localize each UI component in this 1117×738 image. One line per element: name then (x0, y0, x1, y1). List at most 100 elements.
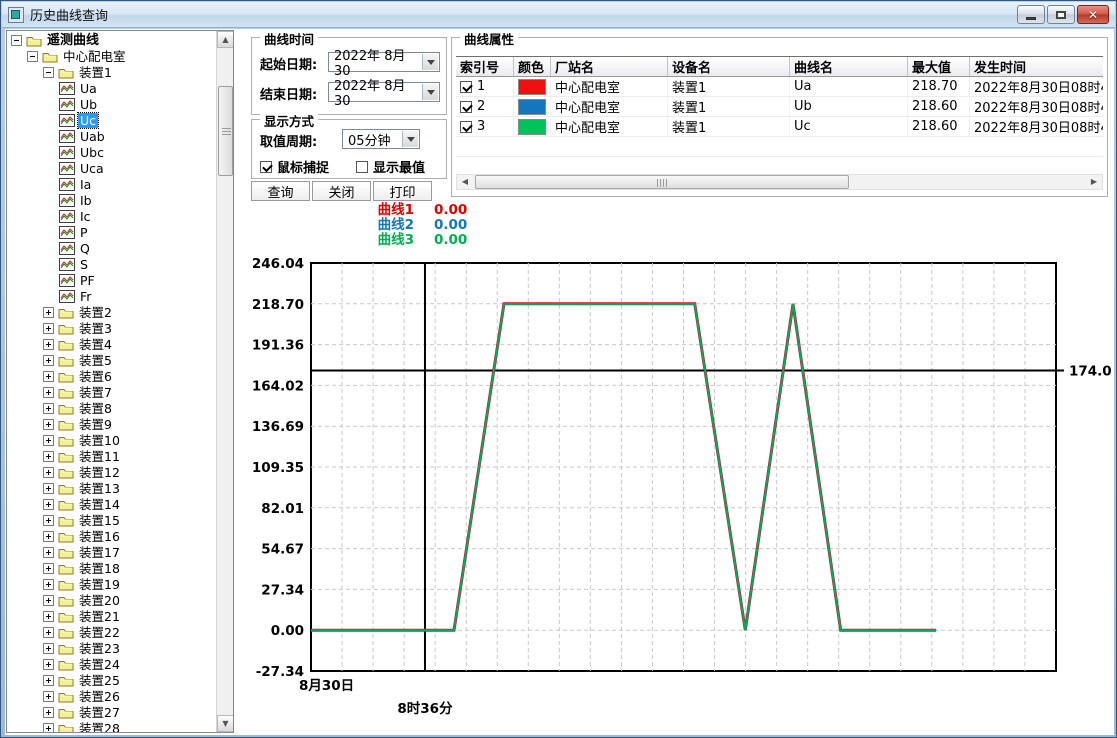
table-hscrollbar-thumb[interactable] (475, 175, 849, 189)
end-date-dropdown-icon[interactable] (422, 84, 438, 100)
expand-icon[interactable] (43, 723, 54, 733)
tree-scrollbar-thumb[interactable] (218, 86, 233, 176)
restore-button[interactable] (1047, 5, 1075, 24)
tree-item-装置15[interactable]: 装置15 (7, 512, 216, 528)
expand-icon[interactable] (43, 451, 54, 462)
expand-icon[interactable] (43, 675, 54, 686)
row-checkbox[interactable] (460, 101, 472, 113)
collapse-icon[interactable] (27, 51, 38, 62)
tree-item-Uc[interactable]: Uc (7, 112, 216, 128)
tree-item-Q[interactable]: Q (7, 240, 216, 256)
tree-item-Uab[interactable]: Uab (7, 128, 216, 144)
tree-item-装置3[interactable]: 装置3 (7, 320, 216, 336)
tree-item-装置12[interactable]: 装置12 (7, 464, 216, 480)
tree-item-装置16[interactable]: 装置16 (7, 528, 216, 544)
tree-item-装置19[interactable]: 装置19 (7, 576, 216, 592)
expand-icon[interactable] (43, 307, 54, 318)
tree-item-Ua[interactable]: Ua (7, 80, 216, 96)
expand-icon[interactable] (43, 595, 54, 606)
table-row[interactable]: 3中心配电室装置1Uc218.602022年8月30日08时4 (456, 117, 1103, 137)
expand-icon[interactable] (43, 515, 54, 526)
tree-item-装置1[interactable]: 装置1 (7, 64, 216, 80)
expand-icon[interactable] (43, 483, 54, 494)
tree-item-装置2[interactable]: 装置2 (7, 304, 216, 320)
mouse-capture-checkbox[interactable] (260, 161, 272, 173)
tree-item-遥测曲线[interactable]: 遥测曲线 (7, 32, 216, 48)
show-extreme-checkbox[interactable] (356, 161, 368, 173)
tree-item-装置13[interactable]: 装置13 (7, 480, 216, 496)
expand-icon[interactable] (43, 419, 54, 430)
tree-item-装置25[interactable]: 装置25 (7, 672, 216, 688)
tree-item-装置10[interactable]: 装置10 (7, 432, 216, 448)
expand-icon[interactable] (43, 499, 54, 510)
scroll-up-icon[interactable]: ▲ (217, 31, 234, 48)
titlebar[interactable]: 历史曲线查询 ✕ (2, 2, 1115, 28)
expand-icon[interactable] (43, 403, 54, 414)
minimize-button[interactable] (1017, 5, 1045, 24)
expand-icon[interactable] (43, 659, 54, 670)
column-header-3[interactable]: 厂站名 (551, 57, 668, 76)
query-button[interactable]: 查询 (251, 181, 310, 201)
tree-item-S[interactable]: S (7, 256, 216, 272)
expand-icon[interactable] (43, 435, 54, 446)
tree-item-Ib[interactable]: Ib (7, 192, 216, 208)
table-row[interactable]: 1中心配电室装置1Ua218.702022年8月30日08时4 (456, 77, 1103, 97)
tree-item-装置6[interactable]: 装置6 (7, 368, 216, 384)
tree-item-装置17[interactable]: 装置17 (7, 544, 216, 560)
table-row[interactable]: 2中心配电室装置1Ub218.602022年8月30日08时4 (456, 97, 1103, 117)
show-extreme-option[interactable]: 显示最值 (356, 157, 425, 176)
tree-item-装置27[interactable]: 装置27 (7, 704, 216, 720)
tree-item-装置24[interactable]: 装置24 (7, 656, 216, 672)
tree-item-装置22[interactable]: 装置22 (7, 624, 216, 640)
expand-icon[interactable] (43, 707, 54, 718)
tree-item-中心配电室[interactable]: 中心配电室 (7, 48, 216, 64)
close-button[interactable]: ✕ (1077, 5, 1109, 24)
tree-item-装置4[interactable]: 装置4 (7, 336, 216, 352)
expand-icon[interactable] (43, 579, 54, 590)
tree-item-装置5[interactable]: 装置5 (7, 352, 216, 368)
column-header-7[interactable]: 发生时间 (970, 57, 1103, 76)
expand-icon[interactable] (43, 387, 54, 398)
expand-icon[interactable] (43, 371, 54, 382)
tree-item-装置20[interactable]: 装置20 (7, 592, 216, 608)
tree-scrollbar[interactable]: ▲ ▼ (216, 31, 233, 732)
scroll-down-icon[interactable]: ▼ (217, 715, 234, 732)
end-date-combobox[interactable]: 2022年 8月30 (328, 82, 440, 102)
collapse-icon[interactable] (43, 67, 54, 78)
collapse-icon[interactable] (11, 35, 22, 46)
expand-icon[interactable] (43, 339, 54, 350)
expand-icon[interactable] (43, 627, 54, 638)
scroll-left-icon[interactable]: ◀ (457, 175, 473, 189)
column-header-6[interactable]: 最大值 (908, 57, 970, 76)
mouse-capture-option[interactable]: 鼠标捕捉 (260, 157, 329, 176)
history-curve-chart[interactable]: 246.04218.70191.36164.02136.69109.3582.0… (246, 251, 1112, 735)
print-button[interactable]: 打印 (373, 181, 432, 201)
start-date-dropdown-icon[interactable] (422, 54, 438, 70)
expand-icon[interactable] (43, 547, 54, 558)
tree-item-P[interactable]: P (7, 224, 216, 240)
tree-item-Ub[interactable]: Ub (7, 96, 216, 112)
tree-item-装置7[interactable]: 装置7 (7, 384, 216, 400)
column-header-4[interactable]: 设备名 (668, 57, 790, 76)
expand-icon[interactable] (43, 467, 54, 478)
scroll-right-icon[interactable]: ▶ (1086, 175, 1102, 189)
tree-item-装置11[interactable]: 装置11 (7, 448, 216, 464)
expand-icon[interactable] (43, 691, 54, 702)
column-header-1[interactable]: 索引号 (456, 57, 514, 76)
row-checkbox[interactable] (460, 81, 472, 93)
table-hscrollbar[interactable]: ◀ ▶ (456, 174, 1103, 190)
expand-icon[interactable] (43, 323, 54, 334)
tree-item-装置9[interactable]: 装置9 (7, 416, 216, 432)
close-dialog-button[interactable]: 关闭 (312, 181, 371, 201)
expand-icon[interactable] (43, 355, 54, 366)
tree-item-Ubc[interactable]: Ubc (7, 144, 216, 160)
tree-item-Ic[interactable]: Ic (7, 208, 216, 224)
tree-item-装置18[interactable]: 装置18 (7, 560, 216, 576)
tree-item-Uca[interactable]: Uca (7, 160, 216, 176)
column-header-5[interactable]: 曲线名 (790, 57, 908, 76)
tree-item-装置21[interactable]: 装置21 (7, 608, 216, 624)
tree-item-Fr[interactable]: Fr (7, 288, 216, 304)
period-combobox[interactable]: 05分钟 (342, 129, 420, 149)
expand-icon[interactable] (43, 611, 54, 622)
expand-icon[interactable] (43, 643, 54, 654)
